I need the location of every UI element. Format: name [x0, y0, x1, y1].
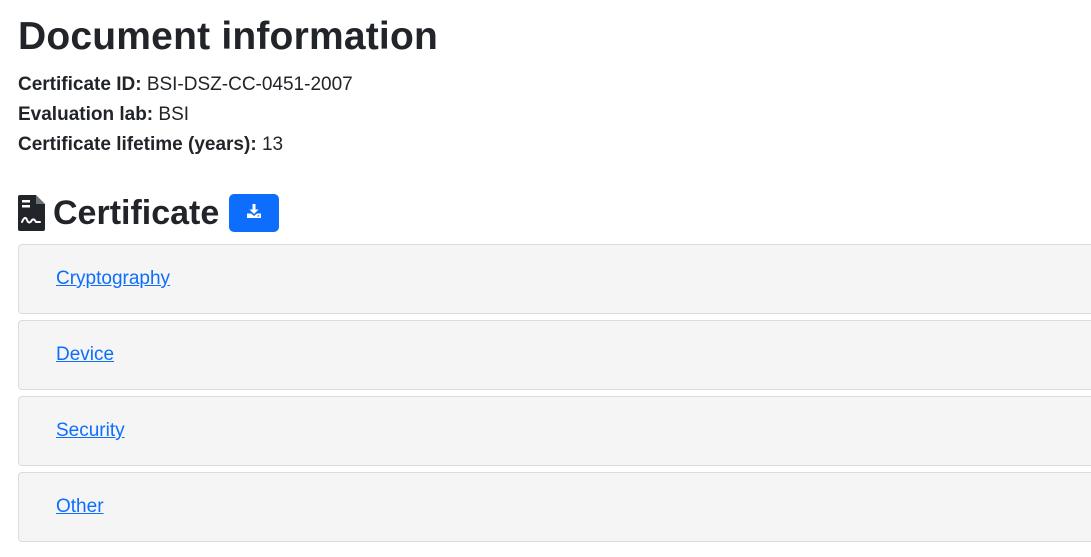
page: Document information Certificate ID: BSI… — [0, 0, 1091, 557]
document-info: Certificate ID: BSI-DSZ-CC-0451-2007 Eva… — [18, 70, 353, 160]
section-link-security[interactable]: Security — [56, 420, 125, 442]
info-value: BSI — [158, 104, 190, 125]
download-icon — [246, 203, 262, 224]
certificate-heading: Certificate — [18, 191, 280, 235]
info-value: BSI-DSZ-CC-0451-2007 — [146, 74, 353, 95]
info-label: Certificate lifetime (years): — [18, 134, 257, 155]
file-signature-icon — [18, 195, 45, 231]
certificate-title: Certificate — [53, 194, 220, 232]
section-link-cryptography[interactable]: Cryptography — [56, 268, 170, 290]
section-cryptography[interactable]: Cryptography — [18, 244, 1091, 314]
info-row-certificate-lifetime: Certificate lifetime (years): 13 — [18, 130, 353, 160]
info-label: Evaluation lab: — [18, 104, 154, 125]
section-device[interactable]: Device — [18, 320, 1091, 390]
section-link-device[interactable]: Device — [56, 344, 114, 366]
certificate-sections: Cryptography Device Security Other — [18, 244, 1091, 548]
section-security[interactable]: Security — [18, 396, 1091, 466]
info-value: 13 — [261, 134, 284, 155]
info-row-certificate-id: Certificate ID: BSI-DSZ-CC-0451-2007 — [18, 70, 353, 100]
download-button[interactable] — [229, 194, 280, 232]
page-title: Document information — [18, 15, 438, 58]
section-link-other[interactable]: Other — [56, 496, 104, 518]
info-row-evaluation-lab: Evaluation lab: BSI — [18, 100, 353, 130]
section-other[interactable]: Other — [18, 472, 1091, 542]
info-label: Certificate ID: — [18, 74, 142, 95]
